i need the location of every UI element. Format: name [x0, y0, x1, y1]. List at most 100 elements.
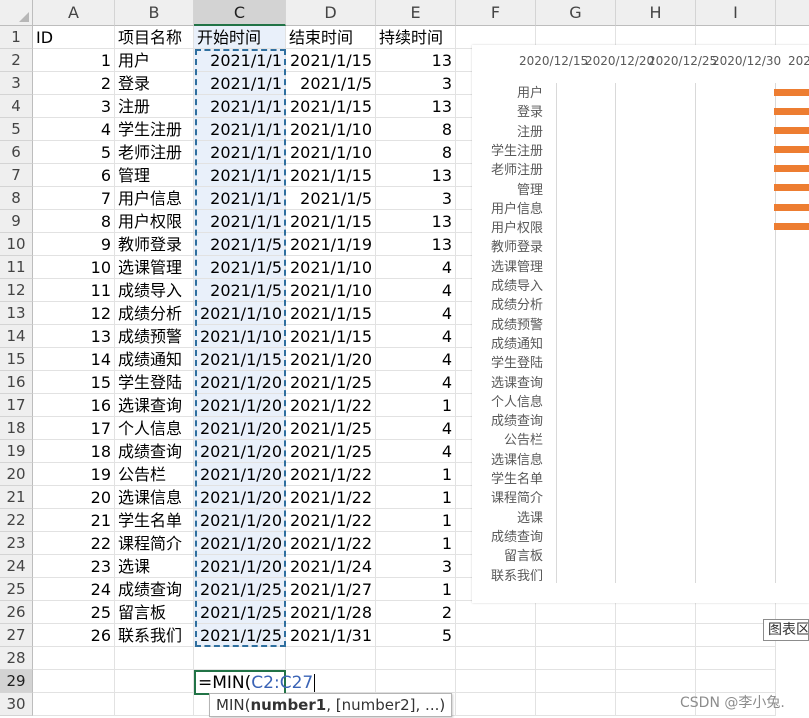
- empty-cell[interactable]: [115, 647, 194, 670]
- id-cell[interactable]: 21: [33, 509, 115, 532]
- duration-cell[interactable]: 1: [376, 532, 456, 555]
- column-header-a[interactable]: A: [33, 0, 115, 26]
- row-header[interactable]: 18: [0, 417, 33, 440]
- empty-cell[interactable]: [376, 670, 456, 693]
- duration-cell[interactable]: 4: [376, 371, 456, 394]
- id-cell[interactable]: 3: [33, 95, 115, 118]
- id-cell[interactable]: 17: [33, 417, 115, 440]
- function-tooltip[interactable]: MIN(number1, [number2], ...): [209, 693, 453, 717]
- id-cell[interactable]: 26: [33, 624, 115, 647]
- task-name-cell[interactable]: 留言板: [115, 601, 194, 624]
- row-header[interactable]: 3: [0, 72, 33, 95]
- end-date-cell[interactable]: 2021/1/19: [286, 233, 376, 256]
- end-date-cell[interactable]: 2021/1/10: [286, 279, 376, 302]
- empty-cell[interactable]: [286, 647, 376, 670]
- task-name-cell[interactable]: 成绩查询: [115, 440, 194, 463]
- task-name-cell[interactable]: 选课查询: [115, 394, 194, 417]
- duration-cell[interactable]: 4: [376, 325, 456, 348]
- end-date-cell[interactable]: 2021/1/24: [286, 555, 376, 578]
- start-date-cell[interactable]: 2021/1/1: [194, 141, 286, 164]
- row-header[interactable]: 16: [0, 371, 33, 394]
- empty-cell[interactable]: [616, 647, 696, 670]
- end-date-cell[interactable]: 2021/1/27: [286, 578, 376, 601]
- task-name-cell[interactable]: 注册: [115, 95, 194, 118]
- id-cell[interactable]: 9: [33, 233, 115, 256]
- task-name-cell[interactable]: 课程简介: [115, 532, 194, 555]
- end-date-cell[interactable]: 2021/1/25: [286, 417, 376, 440]
- end-date-cell[interactable]: 2021/1/15: [286, 325, 376, 348]
- end-date-cell[interactable]: 2021/1/25: [286, 440, 376, 463]
- end-date-cell[interactable]: 2021/1/28: [286, 601, 376, 624]
- start-date-cell[interactable]: 2021/1/20: [194, 440, 286, 463]
- end-date-cell[interactable]: 2021/1/20: [286, 348, 376, 371]
- start-date-cell[interactable]: 2021/1/20: [194, 486, 286, 509]
- end-date-cell[interactable]: 2021/1/22: [286, 509, 376, 532]
- gantt-chart[interactable]: 2020/12/15 2020/12/20 2020/12/25 2020/12/30…: [472, 45, 809, 603]
- empty-cell[interactable]: [616, 670, 696, 693]
- duration-cell[interactable]: 13: [376, 164, 456, 187]
- task-name-cell[interactable]: 登录: [115, 72, 194, 95]
- row-header[interactable]: 15: [0, 348, 33, 371]
- row-header[interactable]: 17: [0, 394, 33, 417]
- duration-cell[interactable]: 13: [376, 233, 456, 256]
- task-name-cell[interactable]: 成绩查询: [115, 578, 194, 601]
- id-cell[interactable]: 25: [33, 601, 115, 624]
- start-date-cell[interactable]: 2021/1/10: [194, 302, 286, 325]
- row-header[interactable]: 10: [0, 233, 33, 256]
- task-name-cell[interactable]: 老师注册: [115, 141, 194, 164]
- header-cell-start[interactable]: 开始时间: [194, 26, 286, 49]
- empty-cell[interactable]: [456, 693, 536, 716]
- start-date-cell[interactable]: 2021/1/5: [194, 256, 286, 279]
- row-header[interactable]: 27: [0, 624, 33, 647]
- row-header[interactable]: 14: [0, 325, 33, 348]
- task-name-cell[interactable]: 成绩分析: [115, 302, 194, 325]
- duration-cell[interactable]: 4: [376, 256, 456, 279]
- empty-cell[interactable]: [536, 693, 616, 716]
- id-cell[interactable]: 10: [33, 256, 115, 279]
- id-cell[interactable]: 1: [33, 49, 115, 72]
- column-header-h[interactable]: H: [616, 0, 696, 26]
- duration-cell[interactable]: 13: [376, 95, 456, 118]
- row-header[interactable]: 4: [0, 95, 33, 118]
- duration-cell[interactable]: 1: [376, 578, 456, 601]
- id-cell[interactable]: 18: [33, 440, 115, 463]
- empty-cell[interactable]: [536, 647, 616, 670]
- task-name-cell[interactable]: 学生名单: [115, 509, 194, 532]
- task-name-cell[interactable]: 选课管理: [115, 256, 194, 279]
- start-date-cell[interactable]: 2021/1/20: [194, 509, 286, 532]
- task-name-cell[interactable]: 公告栏: [115, 463, 194, 486]
- id-cell[interactable]: 23: [33, 555, 115, 578]
- empty-cell[interactable]: [536, 670, 616, 693]
- duration-cell[interactable]: 4: [376, 279, 456, 302]
- start-date-cell[interactable]: 2021/1/20: [194, 371, 286, 394]
- id-cell[interactable]: 8: [33, 210, 115, 233]
- task-name-cell[interactable]: 联系我们: [115, 624, 194, 647]
- empty-cell[interactable]: [456, 624, 536, 647]
- task-name-cell[interactable]: 管理: [115, 164, 194, 187]
- task-name-cell[interactable]: 学生注册: [115, 118, 194, 141]
- column-header-c[interactable]: C: [194, 0, 286, 26]
- empty-cell[interactable]: [616, 624, 696, 647]
- start-date-cell[interactable]: 2021/1/1: [194, 49, 286, 72]
- id-cell[interactable]: 11: [33, 279, 115, 302]
- id-cell[interactable]: 12: [33, 302, 115, 325]
- id-cell[interactable]: 7: [33, 187, 115, 210]
- start-date-cell[interactable]: 2021/1/1: [194, 164, 286, 187]
- row-header[interactable]: 9: [0, 210, 33, 233]
- row-header[interactable]: 8: [0, 187, 33, 210]
- end-date-cell[interactable]: 2021/1/5: [286, 72, 376, 95]
- task-name-cell[interactable]: 用户权限: [115, 210, 194, 233]
- start-date-cell[interactable]: 2021/1/25: [194, 578, 286, 601]
- start-date-cell[interactable]: 2021/1/20: [194, 463, 286, 486]
- id-cell[interactable]: 6: [33, 164, 115, 187]
- empty-cell[interactable]: [456, 601, 536, 624]
- duration-cell[interactable]: 13: [376, 210, 456, 233]
- row-header[interactable]: 20: [0, 463, 33, 486]
- task-name-cell[interactable]: 成绩导入: [115, 279, 194, 302]
- row-header[interactable]: 29: [0, 670, 33, 693]
- duration-cell[interactable]: 8: [376, 141, 456, 164]
- start-date-cell[interactable]: 2021/1/20: [194, 532, 286, 555]
- task-name-cell[interactable]: 教师登录: [115, 233, 194, 256]
- row-header[interactable]: 24: [0, 555, 33, 578]
- column-header-f[interactable]: F: [456, 0, 536, 26]
